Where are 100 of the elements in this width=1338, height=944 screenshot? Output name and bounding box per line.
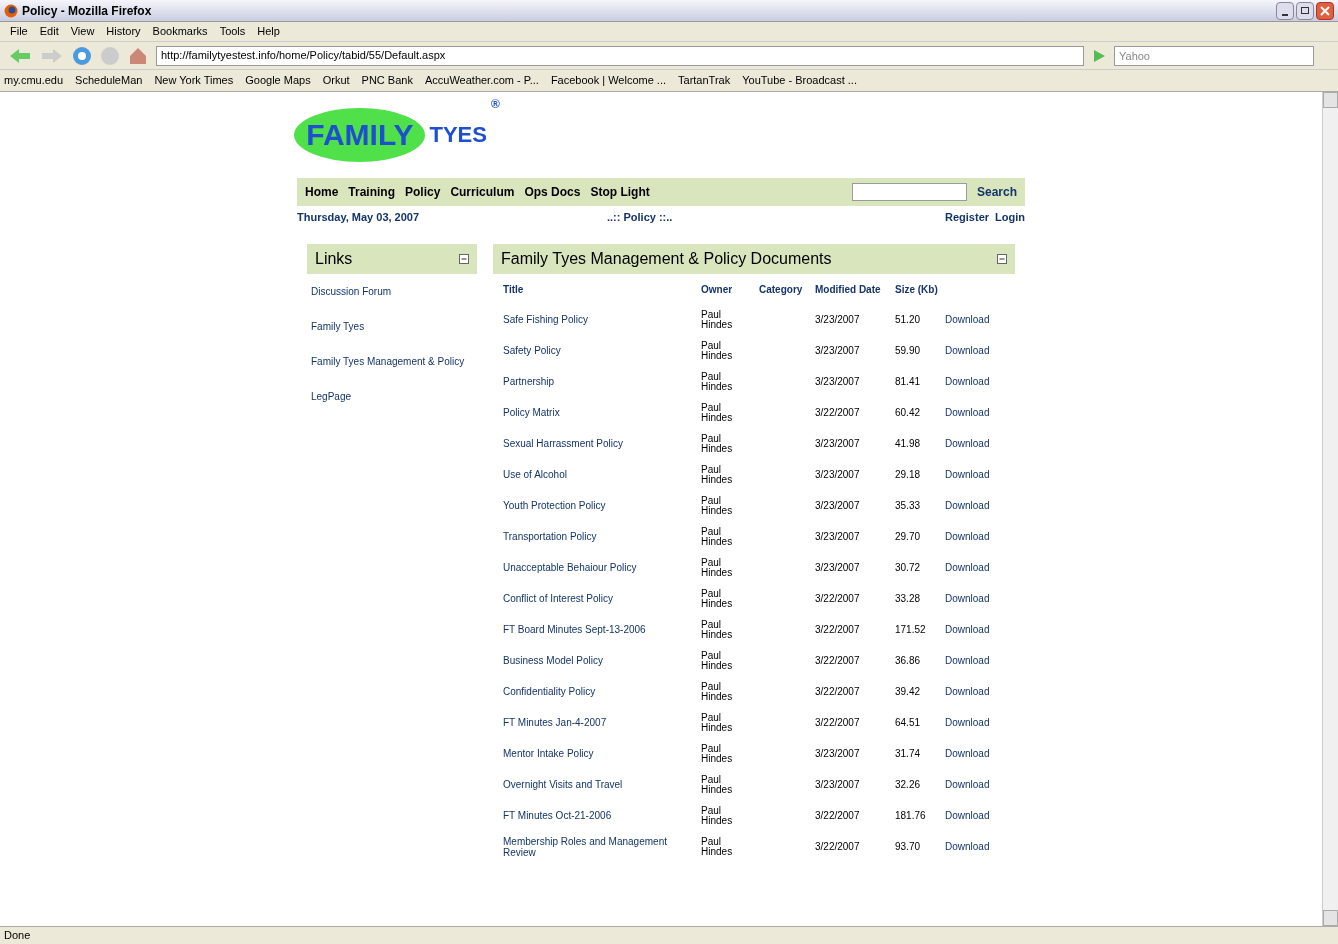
download-link[interactable]: Download — [945, 676, 1005, 707]
site-search-field[interactable] — [851, 183, 967, 201]
bookmark-item[interactable]: my.cmu.edu — [4, 72, 64, 89]
account-link[interactable]: Register — [945, 208, 990, 226]
bookmark-item[interactable]: YouTube - Broadcast ... — [742, 72, 857, 89]
download-link[interactable]: Download — [945, 769, 1005, 800]
download-link[interactable]: Download — [945, 738, 1005, 769]
menu-item[interactable]: Edit — [33, 23, 65, 40]
nav-link[interactable]: Stop Light — [590, 183, 650, 201]
column-header[interactable]: Category — [759, 274, 815, 304]
nav-link[interactable]: Training — [348, 183, 395, 201]
table-cell-text: Paul Hindes — [701, 741, 734, 766]
reload-icon[interactable] — [72, 45, 92, 66]
menu-item[interactable]: Bookmarks — [146, 23, 214, 40]
bookmark-item[interactable]: New York Times — [154, 72, 234, 89]
document-link[interactable]: Policy Matrix — [503, 397, 701, 428]
download-link[interactable]: Download — [945, 800, 1005, 831]
menu-item[interactable]: View — [64, 23, 101, 40]
bookmark-item[interactable]: Facebook | Welcome ... — [550, 72, 667, 89]
table-cell-text: 3/22/2007 — [815, 716, 861, 730]
sidebar-link[interactable]: Discussion Forum — [307, 274, 477, 309]
column-header[interactable]: Size (Kb) — [895, 274, 945, 304]
download-link[interactable]: Download — [945, 707, 1005, 738]
nav-link[interactable]: Policy — [405, 183, 441, 201]
sidebar-link[interactable]: LegPage — [307, 379, 477, 414]
download-link[interactable]: Download — [945, 397, 1005, 428]
collapse-icon[interactable] — [459, 254, 469, 264]
document-link[interactable]: Mentor Intake Policy — [503, 738, 701, 769]
web-search-field[interactable]: Yahoo — [1114, 45, 1314, 66]
document-link[interactable]: Transportation Policy — [503, 521, 701, 552]
download-link[interactable]: Download — [945, 521, 1005, 552]
table-cell-text: 3/22/2007 — [815, 685, 861, 699]
download-link[interactable]: Download — [945, 335, 1005, 366]
download-link[interactable]: Download — [945, 490, 1005, 521]
document-link[interactable]: Sexual Harrassment Policy — [503, 428, 701, 459]
table-cell-text: Paul Hindes — [701, 772, 734, 797]
table-cell-text: 3/23/2007 — [815, 375, 861, 389]
sidebar-link[interactable]: Family Tyes Management & Policy — [307, 344, 477, 379]
document-link[interactable]: Membership Roles and Management Review — [503, 831, 701, 862]
sidebar-link[interactable]: Family Tyes — [307, 309, 477, 344]
document-link[interactable]: Overnight Visits and Travel — [503, 769, 701, 800]
table-cell-text: Paul Hindes — [701, 524, 734, 549]
download-link[interactable]: Download — [945, 645, 1005, 676]
collapse-icon[interactable] — [997, 254, 1007, 264]
download-link[interactable]: Download — [945, 583, 1005, 614]
menu-item[interactable]: Help — [251, 23, 286, 40]
minimize-button[interactable] — [1276, 1, 1294, 20]
download-link[interactable]: Download — [945, 304, 1005, 335]
document-link[interactable]: FT Minutes Jan-4-2007 — [503, 707, 701, 738]
download-link[interactable]: Download — [945, 366, 1005, 397]
table-cell-text: 3/22/2007 — [815, 809, 861, 823]
restore-button[interactable] — [1296, 1, 1314, 20]
document-link[interactable]: Unacceptable Behaiour Policy — [503, 552, 701, 583]
download-link[interactable]: Download — [945, 552, 1005, 583]
table-cell-text: 3/23/2007 — [815, 468, 861, 482]
document-link[interactable]: FT Board Minutes Sept-13-2006 — [503, 614, 701, 645]
address-field[interactable]: http://familytyestest.info/home/Policy/tabid/55/Default.aspx — [156, 45, 1084, 66]
document-link[interactable]: Confidentiality Policy — [503, 676, 701, 707]
bookmark-item[interactable]: Orkut — [322, 72, 350, 89]
column-header[interactable]: Owner — [701, 274, 759, 304]
table-cell-text: 3/22/2007 — [815, 592, 861, 606]
document-link[interactable]: Safety Policy — [503, 335, 701, 366]
nav-link[interactable]: Curriculum — [450, 183, 515, 201]
download-link[interactable]: Download — [945, 614, 1005, 645]
bookmark-item[interactable]: Google Maps — [245, 72, 311, 89]
table-cell-text: Paul Hindes — [701, 648, 734, 673]
table-cell-text: 3/23/2007 — [815, 561, 861, 575]
document-link[interactable]: Safe Fishing Policy — [503, 304, 701, 335]
column-header[interactable]: Modified Date — [815, 274, 895, 304]
menu-item[interactable]: History — [100, 23, 147, 40]
download-link[interactable]: Download — [945, 459, 1005, 490]
table-cell-text: 36.86 — [895, 654, 922, 668]
go-icon[interactable] — [1092, 48, 1106, 63]
scrollbar[interactable] — [1322, 92, 1338, 926]
download-link[interactable]: Download — [945, 831, 1005, 862]
bookmark-item[interactable]: AccuWeather.com - P... — [424, 72, 539, 89]
menu-item[interactable]: File — [4, 23, 34, 40]
download-link[interactable]: Download — [945, 428, 1005, 459]
table-cell-text: 60.42 — [895, 406, 922, 420]
account-link[interactable]: Login — [995, 208, 1025, 226]
search-link[interactable]: Search — [976, 183, 1017, 201]
bookmark-item[interactable]: TartanTrak — [678, 72, 731, 89]
back-arrow-icon[interactable] — [8, 46, 32, 65]
table-cell-text: Paul Hindes — [701, 493, 734, 518]
menu-item[interactable]: Tools — [213, 23, 252, 40]
close-button[interactable] — [1316, 1, 1334, 20]
nav-link[interactable]: Ops Docs — [524, 183, 581, 201]
table-cell-text: Paul Hindes — [701, 400, 734, 425]
bookmark-item[interactable]: PNC Bank — [361, 72, 413, 89]
document-link[interactable]: Business Model Policy — [503, 645, 701, 676]
document-link[interactable]: Youth Protection Policy — [503, 490, 701, 521]
home-icon[interactable] — [128, 45, 148, 66]
table-cell-text: 59.90 — [895, 344, 922, 358]
document-link[interactable]: Use of Alcohol — [503, 459, 701, 490]
nav-link[interactable]: Home — [305, 183, 339, 201]
document-link[interactable]: Conflict of Interest Policy — [503, 583, 701, 614]
document-link[interactable]: FT Minutes Oct-21-2006 — [503, 800, 701, 831]
column-header[interactable]: Title — [503, 274, 701, 304]
bookmark-item[interactable]: ScheduleMan — [75, 72, 143, 89]
document-link[interactable]: Partnership — [503, 366, 701, 397]
